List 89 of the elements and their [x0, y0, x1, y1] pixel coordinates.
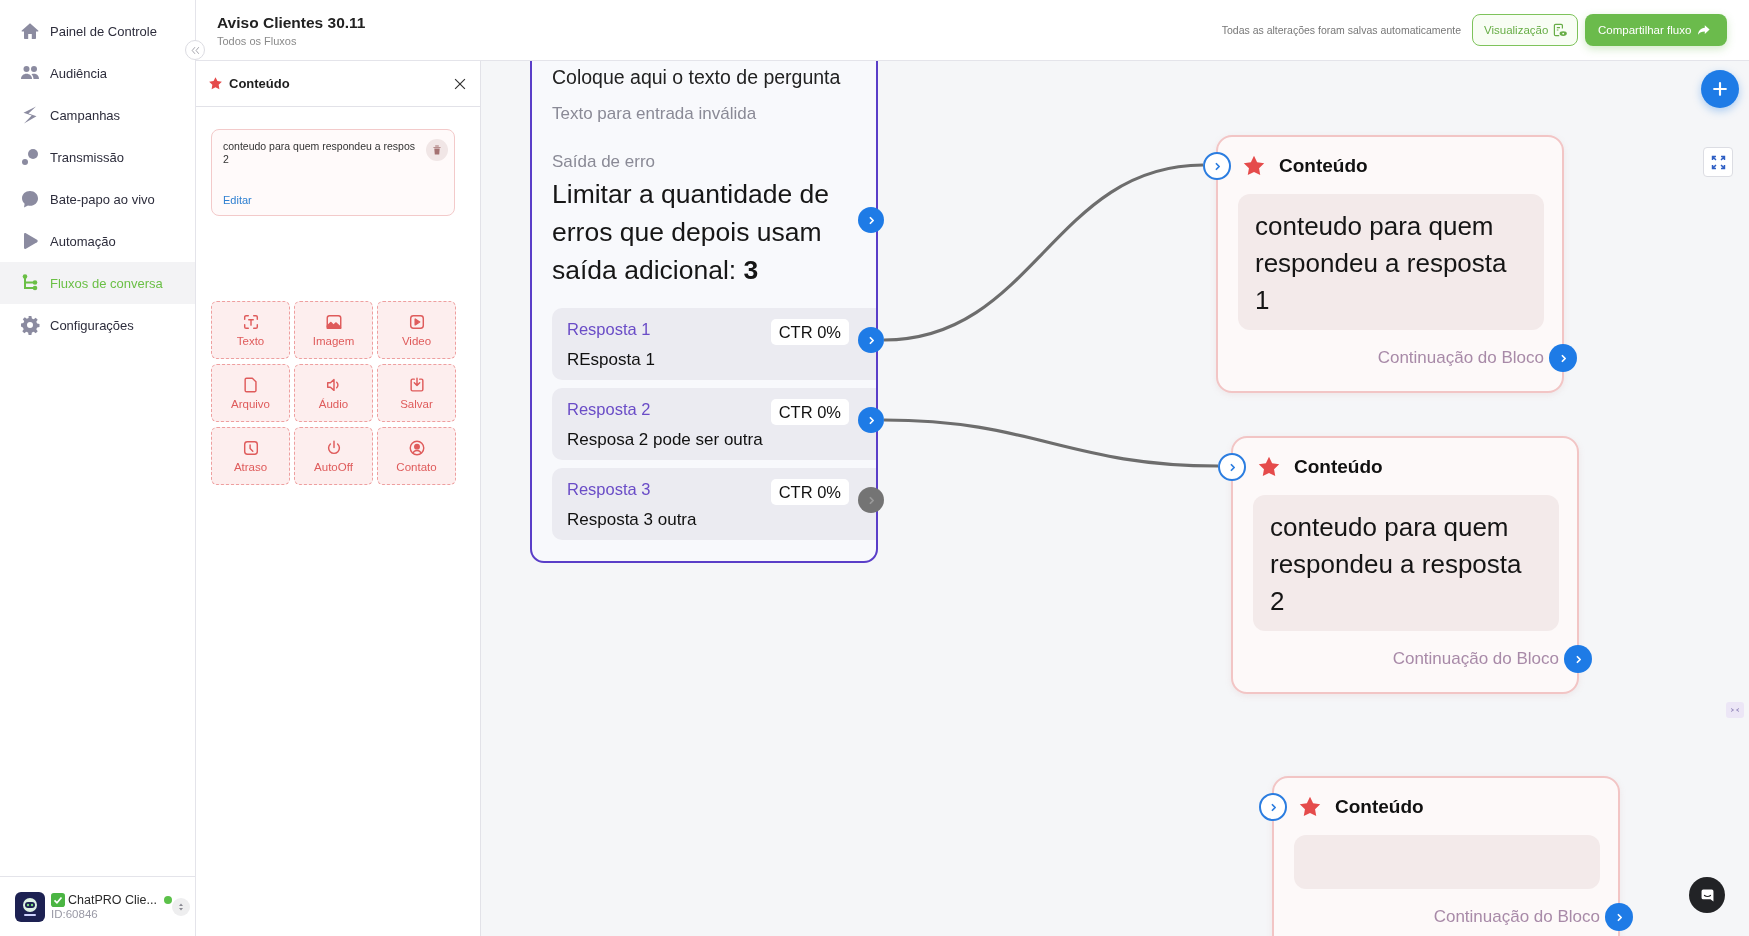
node-title: Conteúdo — [1279, 155, 1368, 177]
answer-text: REsposta 1 — [567, 349, 656, 371]
ctr-badge: CTR 0% — [770, 399, 849, 425]
error-limit-text: Limitar a quantidade de erros que depois usam saída adicional: 3 — [552, 178, 830, 287]
star-icon — [1298, 795, 1322, 819]
user-circle-icon — [407, 439, 426, 457]
chat-launcher-button[interactable] — [1689, 877, 1725, 913]
tool-button[interactable]: Áudio — [294, 364, 373, 422]
tool-button[interactable]: AutoOff — [294, 427, 373, 485]
panel-title: Conteúdo — [229, 76, 290, 91]
tool-button[interactable]: Imagem — [294, 301, 373, 359]
ctr-badge: CTR 0% — [770, 479, 849, 505]
sidebar-item[interactable]: Automação — [0, 220, 195, 262]
invalid-input-text: Texto para entrada inválida — [552, 103, 758, 125]
tool-button[interactable]: Texto — [211, 301, 290, 359]
account-name: ChatPRO Clie... — [68, 893, 157, 907]
star-icon — [1257, 455, 1281, 479]
double-chevron-left-icon — [189, 44, 201, 56]
sidebar-item[interactable]: Bate-papo ao vivo — [0, 178, 195, 220]
fullscreen-button[interactable] — [1703, 147, 1733, 177]
sidebar-item[interactable]: Campanhas — [0, 94, 195, 136]
text-frame-icon — [241, 313, 260, 331]
preview-button[interactable]: Visualização — [1472, 14, 1578, 46]
sidebar-item[interactable]: Audiência — [0, 52, 195, 94]
flow-title: Aviso Clientes 30.11 — [217, 12, 366, 33]
switch-account-button[interactable] — [172, 897, 190, 916]
sidebar-item[interactable]: Configurações — [0, 304, 195, 346]
sidebar-item[interactable]: Painel de Controle — [0, 10, 195, 52]
output-port[interactable] — [1564, 645, 1592, 673]
plus-icon — [1711, 80, 1729, 98]
sidebar-item[interactable]: Fluxos de conversa — [0, 262, 195, 304]
clock-icon — [241, 439, 260, 457]
branch-icon — [20, 273, 40, 293]
document-eye-icon — [1552, 22, 1568, 38]
continuation-label: Continuação do Bloco — [1433, 907, 1600, 927]
answer-text: Resposa 2 pode ser outra — [567, 429, 764, 451]
image-icon — [324, 313, 343, 331]
sidebar-item[interactable]: Transmissão — [0, 136, 195, 178]
circles-icon — [20, 147, 40, 167]
tool-button[interactable]: Arquivo — [211, 364, 290, 422]
answer-title: Resposta 2 — [567, 399, 651, 419]
add-button[interactable] — [1701, 70, 1739, 108]
share-button[interactable]: Compartilhar fluxo — [1585, 14, 1727, 46]
answer-title: Resposta 1 — [567, 319, 651, 339]
continuation-label: Continuação do Bloco — [1377, 348, 1544, 368]
video-icon — [407, 313, 426, 331]
star-icon — [1242, 154, 1266, 178]
delete-button[interactable] — [426, 139, 448, 161]
chat-bubble-icon — [20, 189, 40, 209]
continuation-label: Continuação do Bloco — [1392, 649, 1559, 669]
output-port[interactable] — [858, 207, 884, 233]
output-port[interactable] — [1549, 344, 1577, 372]
edit-link[interactable]: Editar — [223, 194, 252, 206]
question-text: Coloque aqui o texto de pergunta — [552, 65, 842, 89]
account-id: ID:60846 — [51, 908, 99, 920]
node-title: Conteúdo — [1335, 796, 1424, 818]
input-port[interactable] — [1218, 453, 1246, 481]
content-text: conteudo para quem respondeu a resposta 2 — [1270, 511, 1523, 618]
star-icon — [208, 76, 223, 91]
output-port[interactable] — [858, 407, 884, 433]
answer-text: Resposta 3 outra — [567, 509, 698, 531]
input-port[interactable] — [1203, 152, 1231, 180]
file-icon — [241, 376, 260, 394]
output-port[interactable] — [1605, 903, 1633, 931]
message-text: conteudo para quem respondeu a respos 2 — [223, 139, 417, 166]
breadcrumb-link[interactable]: Todos os Fluxos — [217, 34, 366, 48]
ctr-badge: CTR 0% — [770, 319, 849, 345]
close-icon[interactable] — [453, 76, 467, 91]
output-port[interactable] — [858, 487, 884, 513]
save-status-text: Todas as alterações foram salvas automaticamente — [1221, 24, 1461, 36]
updown-icon — [176, 901, 186, 912]
emoji-tile-icon[interactable] — [1726, 702, 1744, 718]
tool-button[interactable]: Contato — [377, 427, 456, 485]
tool-button[interactable]: Video — [377, 301, 456, 359]
home-icon — [20, 21, 40, 41]
check-icon — [51, 893, 65, 907]
expand-icon — [1709, 153, 1727, 171]
trash-icon — [431, 144, 443, 156]
output-port[interactable] — [858, 327, 884, 353]
robot-logo-icon — [15, 891, 45, 922]
error-output-label: Saída de erro — [552, 151, 656, 173]
download-icon — [407, 376, 426, 394]
settings-icon — [20, 315, 40, 335]
content-text: conteudo para quem respondeu a resposta 1 — [1255, 210, 1508, 317]
tool-button[interactable]: Atraso — [211, 427, 290, 485]
tool-button[interactable]: Salvar — [377, 364, 456, 422]
input-port[interactable] — [1259, 793, 1287, 821]
node-title: Conteúdo — [1294, 456, 1383, 478]
answer-title: Resposta 3 — [567, 479, 651, 499]
